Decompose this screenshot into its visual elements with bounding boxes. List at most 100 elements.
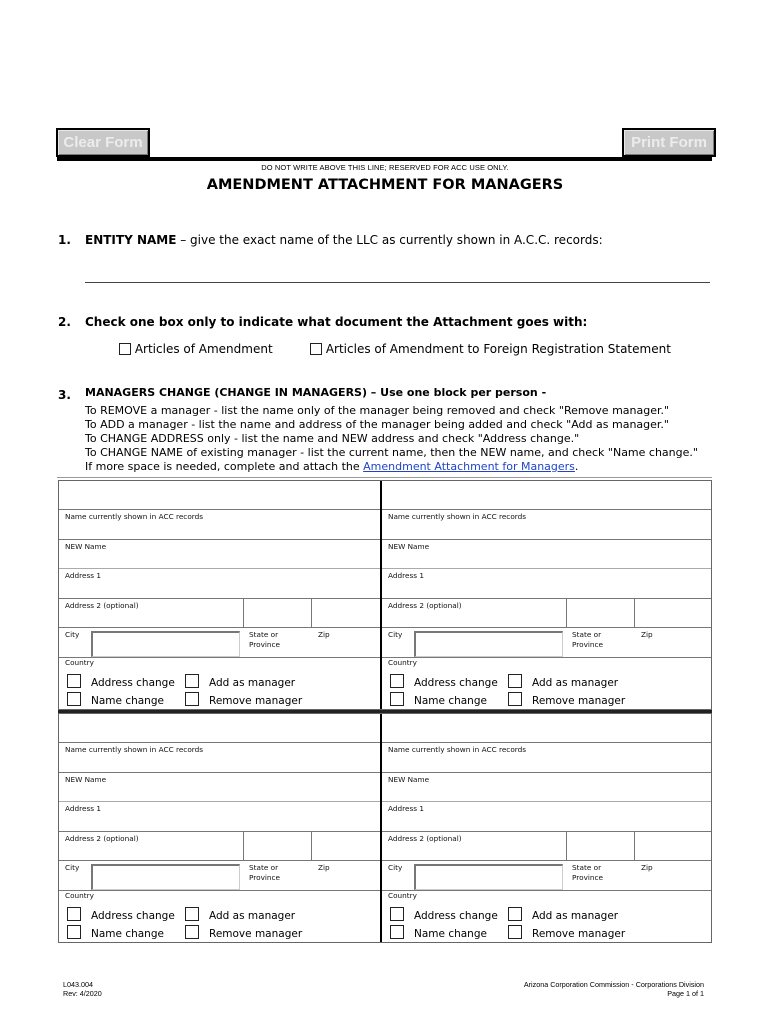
instruction-add: To ADD a manager - list the name and add… — [85, 418, 669, 431]
remove-manager-option[interactable]: Remove manager — [185, 692, 302, 707]
state-label-2: Province — [249, 640, 281, 649]
doc-option-foreign-registration[interactable]: Articles of Amendment to Foreign Registr… — [310, 342, 671, 356]
city-input[interactable] — [91, 631, 240, 657]
new-name-label: NEW Name — [388, 775, 430, 784]
foreign-registration-checkbox[interactable] — [310, 343, 322, 355]
name-change-option[interactable]: Name change — [67, 692, 164, 707]
remove-manager-option[interactable]: Remove manager — [508, 925, 625, 940]
remove-manager-label: Remove manager — [532, 695, 626, 707]
address-change-checkbox[interactable] — [67, 907, 81, 921]
name-change-option[interactable]: Name change — [67, 925, 164, 940]
add-manager-label: Add as manager — [209, 910, 296, 922]
add-manager-option[interactable]: Add as manager — [508, 674, 618, 689]
row-divider — [382, 772, 711, 773]
add-manager-label: Add as manager — [532, 677, 619, 689]
country-label: Country — [65, 658, 94, 667]
row-divider — [59, 657, 380, 658]
add-manager-option[interactable]: Add as manager — [508, 907, 618, 922]
city-input[interactable] — [414, 631, 563, 657]
doc-option-articles-of-amendment[interactable]: Articles of Amendment — [119, 342, 273, 356]
footer-agency: Arizona Corporation Commission - Corpora… — [523, 980, 704, 989]
city-input[interactable] — [414, 864, 563, 890]
articles-of-amendment-label: Articles of Amendment — [134, 342, 273, 356]
current-name-label: Name currently shown in ACC records — [388, 745, 527, 754]
manager-block-right: Name currently shown in ACC records NEW … — [382, 714, 711, 942]
addr2-separator — [243, 598, 244, 627]
address-change-option[interactable]: Address change — [67, 674, 175, 689]
addr2-separator — [243, 831, 244, 860]
add-manager-checkbox[interactable] — [185, 674, 199, 688]
addr2-separator — [634, 598, 635, 627]
address2-label: Address 2 (optional) — [388, 601, 462, 610]
print-form-button[interactable]: Print Form — [622, 128, 716, 157]
row-divider — [382, 890, 711, 891]
add-manager-option[interactable]: Add as manager — [185, 907, 295, 922]
state-label-1: State or — [572, 630, 602, 639]
address1-label: Address 1 — [65, 804, 102, 813]
name-change-option[interactable]: Name change — [390, 925, 487, 940]
address2-label: Address 2 (optional) — [65, 601, 139, 610]
zip-label: Zip — [318, 863, 330, 872]
section-2-heading: Check one box only to indicate what docu… — [85, 315, 588, 329]
remove-manager-checkbox[interactable] — [508, 692, 522, 706]
address-change-checkbox[interactable] — [390, 674, 404, 688]
add-manager-label: Add as manager — [209, 677, 296, 689]
addr2-separator — [311, 831, 312, 860]
amendment-attachment-link[interactable]: Amendment Attachment for Managers — [363, 460, 575, 473]
row-divider — [59, 568, 380, 569]
name-change-option[interactable]: Name change — [390, 692, 487, 707]
country-label: Country — [388, 658, 417, 667]
city-input[interactable] — [91, 864, 240, 890]
name-change-checkbox[interactable] — [67, 692, 81, 706]
row-divider — [382, 598, 711, 599]
address2-label: Address 2 (optional) — [65, 834, 139, 843]
name-change-checkbox[interactable] — [390, 692, 404, 706]
reserved-divider — [57, 157, 712, 161]
row-divider — [59, 890, 380, 891]
section-3-number: 3. — [58, 388, 71, 402]
address-change-option[interactable]: Address change — [390, 674, 498, 689]
remove-manager-checkbox[interactable] — [185, 692, 199, 706]
add-manager-checkbox[interactable] — [508, 674, 522, 688]
zip-label: Zip — [641, 863, 653, 872]
add-manager-checkbox[interactable] — [185, 907, 199, 921]
articles-of-amendment-checkbox[interactable] — [119, 343, 131, 355]
section-3-divider — [57, 477, 712, 478]
city-label: City — [388, 863, 403, 872]
section-3-heading: MANAGERS CHANGE (CHANGE IN MANAGERS) – U… — [85, 386, 547, 399]
row-divider — [59, 742, 380, 743]
new-name-label: NEW Name — [388, 542, 430, 551]
state-label-1: State or — [572, 863, 602, 872]
address-change-option[interactable]: Address change — [67, 907, 175, 922]
name-change-label: Name change — [91, 695, 164, 707]
add-manager-checkbox[interactable] — [508, 907, 522, 921]
addr2-separator — [311, 598, 312, 627]
instruction-more-space: If more space is needed, complete and at… — [85, 460, 578, 474]
row-divider — [59, 598, 380, 599]
section-1-text: – give the exact name of the LLC as curr… — [176, 233, 603, 247]
address-change-label: Address change — [414, 677, 498, 689]
address-change-checkbox[interactable] — [390, 907, 404, 921]
name-change-label: Name change — [414, 695, 487, 707]
entity-name-field[interactable] — [85, 282, 710, 283]
manager-block-right: Name currently shown in ACC records NEW … — [382, 481, 711, 709]
remove-manager-option[interactable]: Remove manager — [508, 692, 625, 707]
row-divider — [382, 657, 711, 658]
row-divider — [59, 539, 380, 540]
clear-form-button[interactable]: Clear Form — [56, 128, 150, 157]
remove-manager-checkbox[interactable] — [508, 925, 522, 939]
section-1-heading: ENTITY NAME — [85, 233, 177, 247]
remove-manager-checkbox[interactable] — [185, 925, 199, 939]
address2-label: Address 2 (optional) — [388, 834, 462, 843]
name-change-checkbox[interactable] — [390, 925, 404, 939]
city-label: City — [388, 630, 403, 639]
add-manager-option[interactable]: Add as manager — [185, 674, 295, 689]
remove-manager-label: Remove manager — [209, 928, 303, 940]
country-label: Country — [65, 891, 94, 900]
zip-label: Zip — [641, 630, 653, 639]
name-change-label: Name change — [91, 928, 164, 940]
address-change-checkbox[interactable] — [67, 674, 81, 688]
address-change-option[interactable]: Address change — [390, 907, 498, 922]
remove-manager-option[interactable]: Remove manager — [185, 925, 302, 940]
name-change-checkbox[interactable] — [67, 925, 81, 939]
